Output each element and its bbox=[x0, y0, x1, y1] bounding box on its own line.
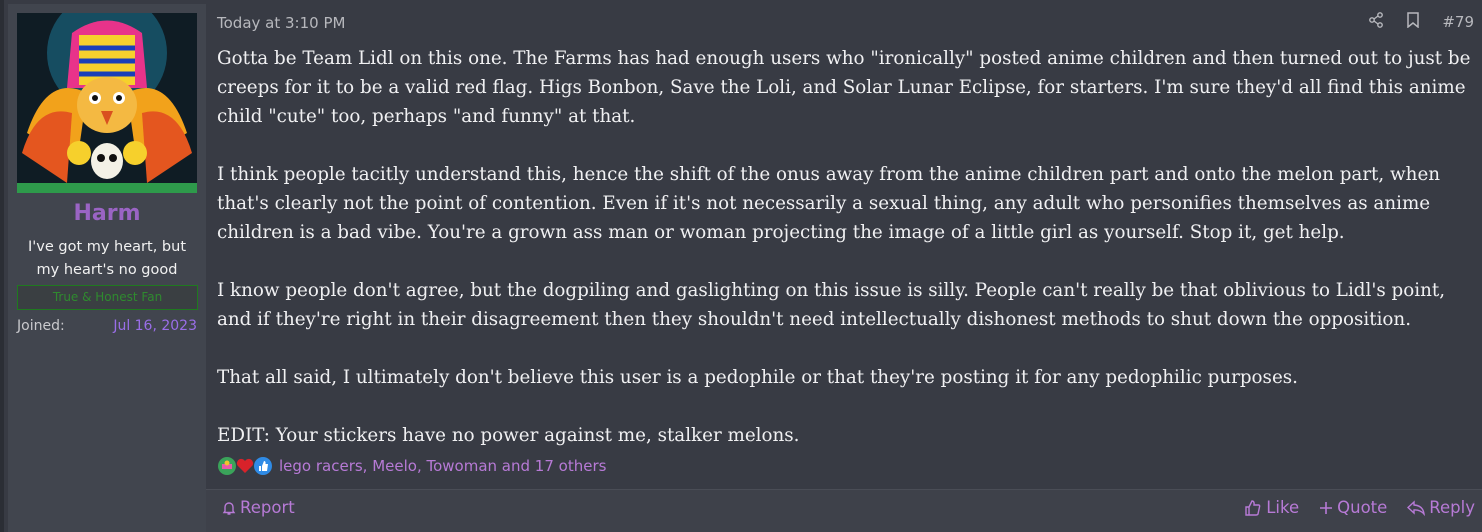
puzzle-reaction-icon bbox=[218, 457, 236, 475]
bell-icon bbox=[222, 501, 236, 515]
user-title-line1: I've got my heart, but bbox=[28, 239, 186, 255]
username[interactable]: Harm bbox=[8, 201, 206, 226]
plus-icon bbox=[1320, 501, 1333, 514]
quote-button[interactable]: Quote bbox=[1319, 498, 1387, 517]
post-paragraph: That all said, I ultimately don't believ… bbox=[217, 367, 1298, 388]
post-container: Harm I've got my heart, but my heart's n… bbox=[0, 0, 1482, 532]
user-cell: Harm I've got my heart, but my heart's n… bbox=[8, 4, 206, 532]
user-title: I've got my heart, but my heart's no goo… bbox=[8, 236, 206, 282]
post-date[interactable]: Today at 3:10 PM bbox=[217, 14, 345, 32]
quote-label: Quote bbox=[1337, 498, 1388, 517]
post-meta-actions: #79 bbox=[1368, 12, 1474, 32]
joined-date: Jul 16, 2023 bbox=[113, 318, 197, 334]
post-body: Gotta be Team Lidl on this one. The Farm… bbox=[217, 44, 1479, 450]
post-main: Today at 3:10 PM #79 Gotta be Team Lidl … bbox=[206, 0, 1482, 532]
reply-button[interactable]: Reply bbox=[1407, 498, 1475, 517]
reply-label: Reply bbox=[1429, 498, 1475, 517]
joined-label: Joined: bbox=[17, 318, 65, 334]
post-paragraph: I know people don't agree, but the dogpi… bbox=[217, 280, 1446, 330]
reactions-bar[interactable]: lego racers, Meelo, Towoman and 17 other… bbox=[217, 456, 606, 476]
post-paragraph: Gotta be Team Lidl on this one. The Farm… bbox=[217, 48, 1471, 127]
reply-icon bbox=[1407, 499, 1426, 516]
post-footer: Report Like Quote Reply bbox=[206, 490, 1482, 532]
reactions-list[interactable]: lego racers, Meelo, Towoman and 17 other… bbox=[279, 457, 606, 475]
post-actions: Like Quote Reply bbox=[1244, 498, 1475, 517]
report-button[interactable]: Report bbox=[221, 498, 295, 517]
user-title-line2: my heart's no good bbox=[36, 262, 178, 278]
heart-reaction-icon bbox=[236, 458, 254, 473]
post-paragraph: I think people tacitly understand this, … bbox=[217, 164, 1441, 243]
post-number[interactable]: #79 bbox=[1442, 13, 1474, 31]
like-reaction-icon bbox=[254, 457, 272, 475]
like-label: Like bbox=[1266, 498, 1300, 517]
share-icon[interactable] bbox=[1368, 12, 1384, 32]
avatar[interactable] bbox=[17, 13, 197, 193]
user-banner: True & Honest Fan bbox=[17, 285, 198, 310]
like-button[interactable]: Like bbox=[1244, 498, 1299, 517]
thumbs-up-icon bbox=[1245, 499, 1261, 516]
report-label: Report bbox=[240, 498, 295, 517]
reaction-icons bbox=[217, 456, 272, 476]
post-paragraph: EDIT: Your stickers have no power agains… bbox=[217, 425, 800, 446]
bookmark-icon[interactable] bbox=[1406, 12, 1420, 32]
